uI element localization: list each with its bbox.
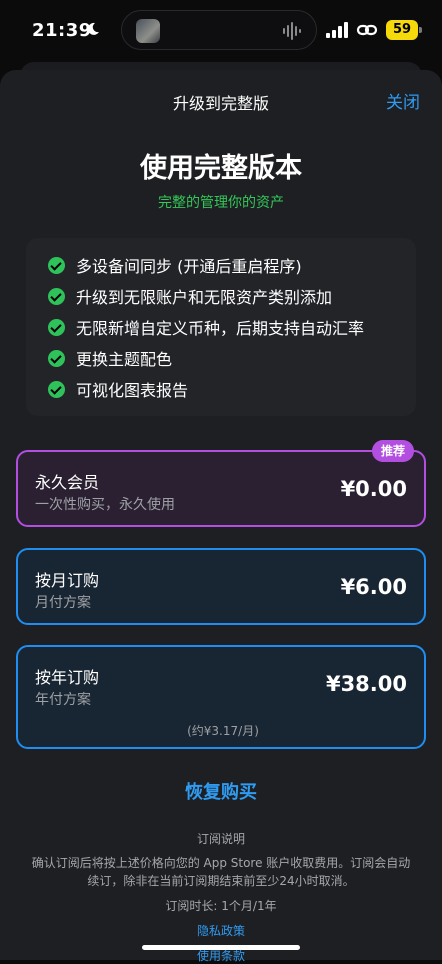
- now-playing-artwork: [136, 19, 160, 43]
- terms-body: 确认订阅后将按上述价格向您的 App Store 账户收取费用。订阅会自动续订，…: [31, 856, 411, 888]
- moon-icon: [87, 22, 99, 35]
- plan-price: ¥0.00: [340, 477, 407, 501]
- feature-text: 无限新增自定义币种，后期支持自动汇率: [76, 319, 365, 338]
- nav-title: 升级到完整版: [172, 94, 269, 113]
- battery-indicator: 59: [386, 20, 422, 40]
- close-button[interactable]: 关闭: [386, 88, 420, 113]
- status-bar: 21:39 59: [0, 0, 442, 64]
- plan-description: 一次性购买，永久使用: [35, 497, 175, 513]
- feature-item: 更换主题配色: [48, 346, 172, 370]
- upgrade-sheet: 升级到完整版 关闭 使用完整版本 完整的管理你的资产 多设备间同步 (开通后重启…: [0, 70, 442, 963]
- cellular-signal-icon: [326, 22, 348, 38]
- feature-item: 升级到无限账户和无限资产类别添加: [48, 284, 332, 308]
- privacy-policy-link[interactable]: 隐私政策: [0, 922, 442, 939]
- plan-name: 按年订购: [35, 668, 100, 687]
- feature-item: 无限新增自定义币种，后期支持自动汇率: [48, 315, 364, 339]
- plan-monthly-card[interactable]: 按月订购 月付方案 ¥6.00: [16, 548, 426, 625]
- page-subtitle: 完整的管理你的资产: [158, 195, 284, 211]
- subscription-duration: 订阅时长: 1个月/1年: [165, 899, 277, 913]
- feature-text: 可视化图表报告: [76, 381, 189, 400]
- page-title: 使用完整版本: [140, 153, 302, 184]
- check-circle-icon: [48, 380, 65, 398]
- check-circle-icon: [48, 349, 65, 367]
- feature-item: 多设备间同步 (开通后重启程序): [48, 253, 302, 277]
- dynamic-island[interactable]: [121, 10, 317, 50]
- feature-text: 升级到无限账户和无限资产类别添加: [76, 288, 333, 307]
- feature-text: 更换主题配色: [76, 350, 173, 369]
- check-circle-icon: [48, 256, 65, 274]
- feature-text: 多设备间同步 (开通后重启程序): [76, 257, 302, 276]
- audio-waveform-icon: [283, 22, 301, 40]
- plan-monthly-equivalent: (约¥3.17/月): [187, 724, 259, 738]
- plan-description: 年付方案: [35, 692, 91, 708]
- plan-price: ¥6.00: [340, 575, 407, 599]
- plan-name: 永久会员: [35, 473, 100, 492]
- plan-yearly-card[interactable]: 按年订购 年付方案 ¥38.00 (约¥3.17/月): [16, 645, 426, 749]
- plan-name: 按月订购: [35, 571, 100, 590]
- terms-heading: 订阅说明: [196, 832, 245, 846]
- restore-purchases-button[interactable]: 恢复购买: [0, 778, 442, 804]
- recommended-badge: 推荐: [371, 440, 414, 462]
- plan-lifetime-card[interactable]: 推荐 永久会员 一次性购买，永久使用 ¥0.00: [16, 440, 426, 527]
- status-time: 21:39: [32, 20, 92, 41]
- feature-item: 可视化图表报告: [48, 377, 188, 401]
- home-indicator[interactable]: [142, 945, 300, 950]
- check-circle-icon: [48, 287, 65, 305]
- plan-description: 月付方案: [35, 595, 91, 611]
- feature-list: 多设备间同步 (开通后重启程序) 升级到无限账户和无限资产类别添加 无限新增自定…: [26, 238, 416, 416]
- check-circle-icon: [48, 318, 65, 336]
- personal-hotspot-icon: [356, 24, 378, 36]
- plan-price: ¥38.00: [325, 672, 407, 696]
